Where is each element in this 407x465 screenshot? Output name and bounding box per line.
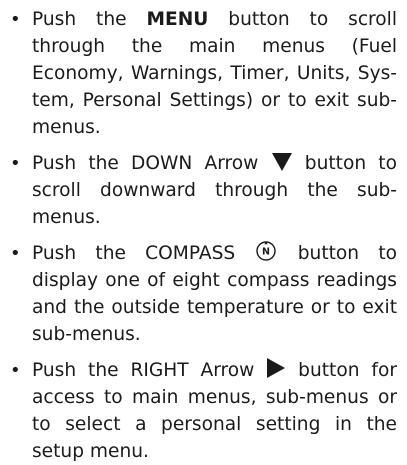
bullet-icon: • <box>10 9 21 30</box>
compass-icon: N <box>254 240 278 262</box>
manual-page: • Push the MENU button to scroll through… <box>0 0 407 465</box>
instruction-list: • Push the MENU button to scroll through… <box>8 6 397 465</box>
instruction-item-down-arrow: • Push the DOWN Arrow button to scroll d… <box>8 150 397 231</box>
down-triangle-icon <box>271 152 293 172</box>
instruction-text-before: Push the COMPASS <box>32 243 255 264</box>
bullet-icon: • <box>10 360 21 381</box>
menu-button-label: MENU <box>146 9 209 30</box>
instruction-text-before: Push the <box>32 9 147 30</box>
instruction-item-menu: • Push the MENU button to scroll through… <box>8 6 397 141</box>
instruction-item-right-arrow: • Push the RIGHT Arrow button for access… <box>8 357 397 465</box>
instruction-item-compass: • Push the COMPASS N button to display o… <box>8 240 397 348</box>
bullet-icon: • <box>10 153 21 174</box>
compass-letter: N <box>262 247 270 258</box>
instruction-text-before: Push the RIGHT Arrow <box>32 360 255 381</box>
bullet-icon: • <box>10 243 21 264</box>
instruction-text-before: Push the DOWN Arrow <box>32 153 259 174</box>
right-triangle-icon <box>266 357 286 379</box>
